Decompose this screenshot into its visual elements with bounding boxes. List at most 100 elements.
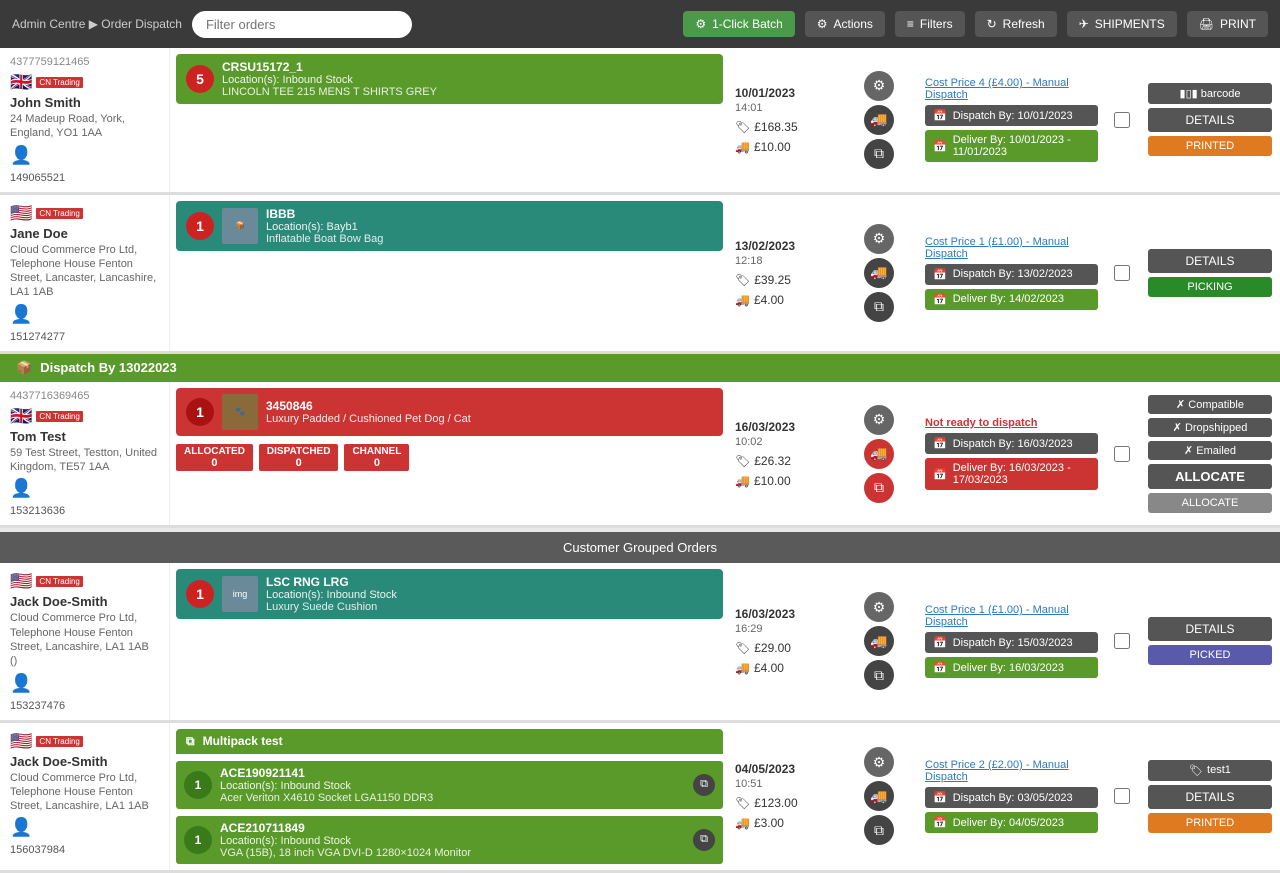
account-icon: 👤 (10, 673, 159, 694)
copy-action-button[interactable]: ⧉ (864, 292, 894, 322)
product-count: 1 (184, 826, 212, 854)
delivery-price: £10.00 (754, 140, 791, 154)
flag-icon: 🇬🇧 (10, 72, 32, 93)
cn-badge: CN Trading (36, 208, 82, 219)
calendar-icon: 📅 (933, 268, 947, 281)
seller-info: 🇺🇸 CN Trading Jack Doe-Smith Cloud Comme… (0, 723, 170, 870)
checkbox-section[interactable] (1104, 48, 1140, 192)
cost-price-link[interactable]: Cost Price 2 (£2.00) - Manual Dispatch (925, 759, 1098, 783)
product-card: 5 CRSU15172_1 Location(s): Inbound Stock… (176, 54, 723, 104)
dispatch-section: Cost Price 1 (£1.00) - Manual Dispatch 📅… (919, 195, 1104, 351)
product-info: 3450846 Luxury Padded / Cushioned Pet Do… (266, 399, 713, 425)
order-price: £168.35 (754, 120, 797, 134)
details-button[interactable]: DETAILS (1148, 617, 1272, 641)
copy-sub-button2[interactable]: ⧉ (693, 829, 715, 851)
product-thumbnail: img (222, 576, 258, 612)
order-time: 16:29 (735, 623, 833, 635)
checkbox-section[interactable] (1104, 563, 1140, 719)
deliver-bar: 📅 Deliver By: 16/03/2023 - 17/03/2023 (925, 458, 1098, 490)
customer-address: Cloud Commerce Pro Ltd, Telephone House … (10, 771, 159, 814)
order-price: £26.32 (754, 454, 791, 468)
table-row: 🇺🇸 CN Trading Jack Doe-Smith Cloud Comme… (0, 723, 1280, 873)
product-sku: CRSU15172_1 (222, 60, 713, 74)
product-location: Location(s): Inbound Stock (220, 780, 685, 792)
settings-action-button[interactable]: ⚙ (864, 71, 894, 101)
product-thumbnail: 🐾 (222, 394, 258, 430)
status-button[interactable]: PRINTED (1148, 813, 1272, 833)
truck-action-button[interactable]: 🚚 (864, 439, 894, 469)
order-checkbox[interactable] (1114, 112, 1130, 128)
settings-action-button[interactable]: ⚙ (864, 224, 894, 254)
truck-action-button[interactable]: 🚚 (864, 258, 894, 288)
dispatch-section: Cost Price 2 (£2.00) - Manual Dispatch 📅… (919, 723, 1104, 870)
right-buttons: DETAILS PICKING (1140, 195, 1280, 351)
dispatch-bar: 📅 Dispatch By: 10/01/2023 (925, 105, 1098, 126)
settings-action-button[interactable]: ⚙ (864, 747, 894, 777)
date-price: 10/01/2023 14:01 🏷£168.35 🚚£10.00 (729, 48, 839, 192)
calendar-icon: 📅 (933, 109, 947, 122)
actions-section: ⚙ 🚚 ⧉ (839, 723, 919, 870)
dispatch-bar: 📅 Dispatch By: 15/03/2023 (925, 632, 1098, 653)
delivery-row: 🚚£10.00 (735, 140, 833, 154)
one-click-batch-button[interactable]: ⚙ 1-Click Batch (683, 11, 794, 37)
checkbox-section[interactable] (1104, 195, 1140, 351)
order-date: 16/03/2023 (735, 420, 833, 434)
details-button[interactable]: DETAILS (1148, 108, 1272, 132)
barcode-button[interactable]: ▮▯▮ barcode (1148, 83, 1272, 104)
test1-button[interactable]: 🏷 test1 (1148, 760, 1272, 781)
flag-icon: 🇺🇸 (10, 571, 32, 592)
copy-sub-button[interactable]: ⧉ (693, 774, 715, 796)
product-sku: IBBB (266, 207, 713, 221)
order-checkbox[interactable] (1114, 788, 1130, 804)
calendar-icon2: 📅 (933, 816, 947, 829)
order-checkbox[interactable] (1114, 265, 1130, 281)
status-button[interactable]: PRINTED (1148, 136, 1272, 156)
cost-price-link[interactable]: Cost Price 1 (£1.00) - Manual Dispatch (925, 604, 1098, 628)
refresh-button[interactable]: ↻ Refresh (975, 11, 1057, 37)
table-row: 🇺🇸 CN Trading Jane Doe Cloud Commerce Pr… (0, 195, 1280, 354)
allocated-tag: ALLOCATED0 (176, 444, 253, 471)
details-button[interactable]: DETAILS (1148, 785, 1272, 809)
allocate-sub-button[interactable]: ALLOCATE (1148, 493, 1272, 513)
seller-id: 153213636 (10, 505, 159, 517)
product-count: 1 (186, 212, 214, 240)
status-button[interactable]: PICKED (1148, 645, 1272, 665)
truck-action-button[interactable]: 🚚 (864, 781, 894, 811)
details-button[interactable]: DETAILS (1148, 249, 1272, 273)
dropshipped-button[interactable]: ✗ Dropshipped (1148, 418, 1272, 437)
truck-action-button[interactable]: 🚚 (864, 105, 894, 135)
search-input[interactable] (192, 11, 412, 38)
order-checkbox[interactable] (1114, 446, 1130, 462)
truck-action-button[interactable]: 🚚 (864, 626, 894, 656)
customer-name: Tom Test (10, 429, 159, 444)
cost-price-link[interactable]: Cost Price 1 (£1.00) - Manual Dispatch (925, 236, 1098, 260)
print-button[interactable]: 🖨 PRINT (1187, 11, 1268, 37)
actions-button[interactable]: ⚙ Actions (805, 11, 885, 37)
allocate-main-button[interactable]: ALLOCATE (1148, 464, 1272, 489)
actions-section: ⚙ 🚚 ⧉ (839, 563, 919, 719)
status-button[interactable]: PICKING (1148, 277, 1272, 297)
copy-action-button[interactable]: ⧉ (864, 139, 894, 169)
price-row: 🏷£123.00 (735, 796, 833, 810)
checkbox-section[interactable] (1104, 382, 1140, 526)
product-info: ACE210711849 Location(s): Inbound Stock … (220, 821, 685, 859)
order-price: £39.25 (754, 273, 791, 287)
cost-price-link[interactable]: Cost Price 4 (£4.00) - Manual Dispatch (925, 77, 1098, 101)
calendar-icon: 📅 (933, 437, 947, 450)
settings-action-button[interactable]: ⚙ (864, 405, 894, 435)
checkbox-section[interactable] (1104, 723, 1140, 870)
copy-action-button[interactable]: ⧉ (864, 660, 894, 690)
settings-action-button[interactable]: ⚙ (864, 592, 894, 622)
copy-action-button[interactable]: ⧉ (864, 815, 894, 845)
emailed-button[interactable]: ✗ Emailed (1148, 441, 1272, 460)
seller-id: 149065521 (10, 172, 159, 184)
dispatch-banner-icon: 📦 (16, 360, 32, 376)
cost-price-link[interactable]: Not ready to dispatch (925, 417, 1098, 429)
calendar-icon2: 📅 (933, 468, 947, 481)
shipments-button[interactable]: ✈ SHIPMENTS (1067, 11, 1177, 37)
order-checkbox[interactable] (1114, 633, 1130, 649)
filters-button[interactable]: ≡ Filters (895, 11, 965, 37)
copy-action-button[interactable]: ⧉ (864, 473, 894, 503)
calendar-icon2: 📅 (933, 140, 947, 153)
compatible-button[interactable]: ✗ Compatible (1148, 395, 1272, 414)
